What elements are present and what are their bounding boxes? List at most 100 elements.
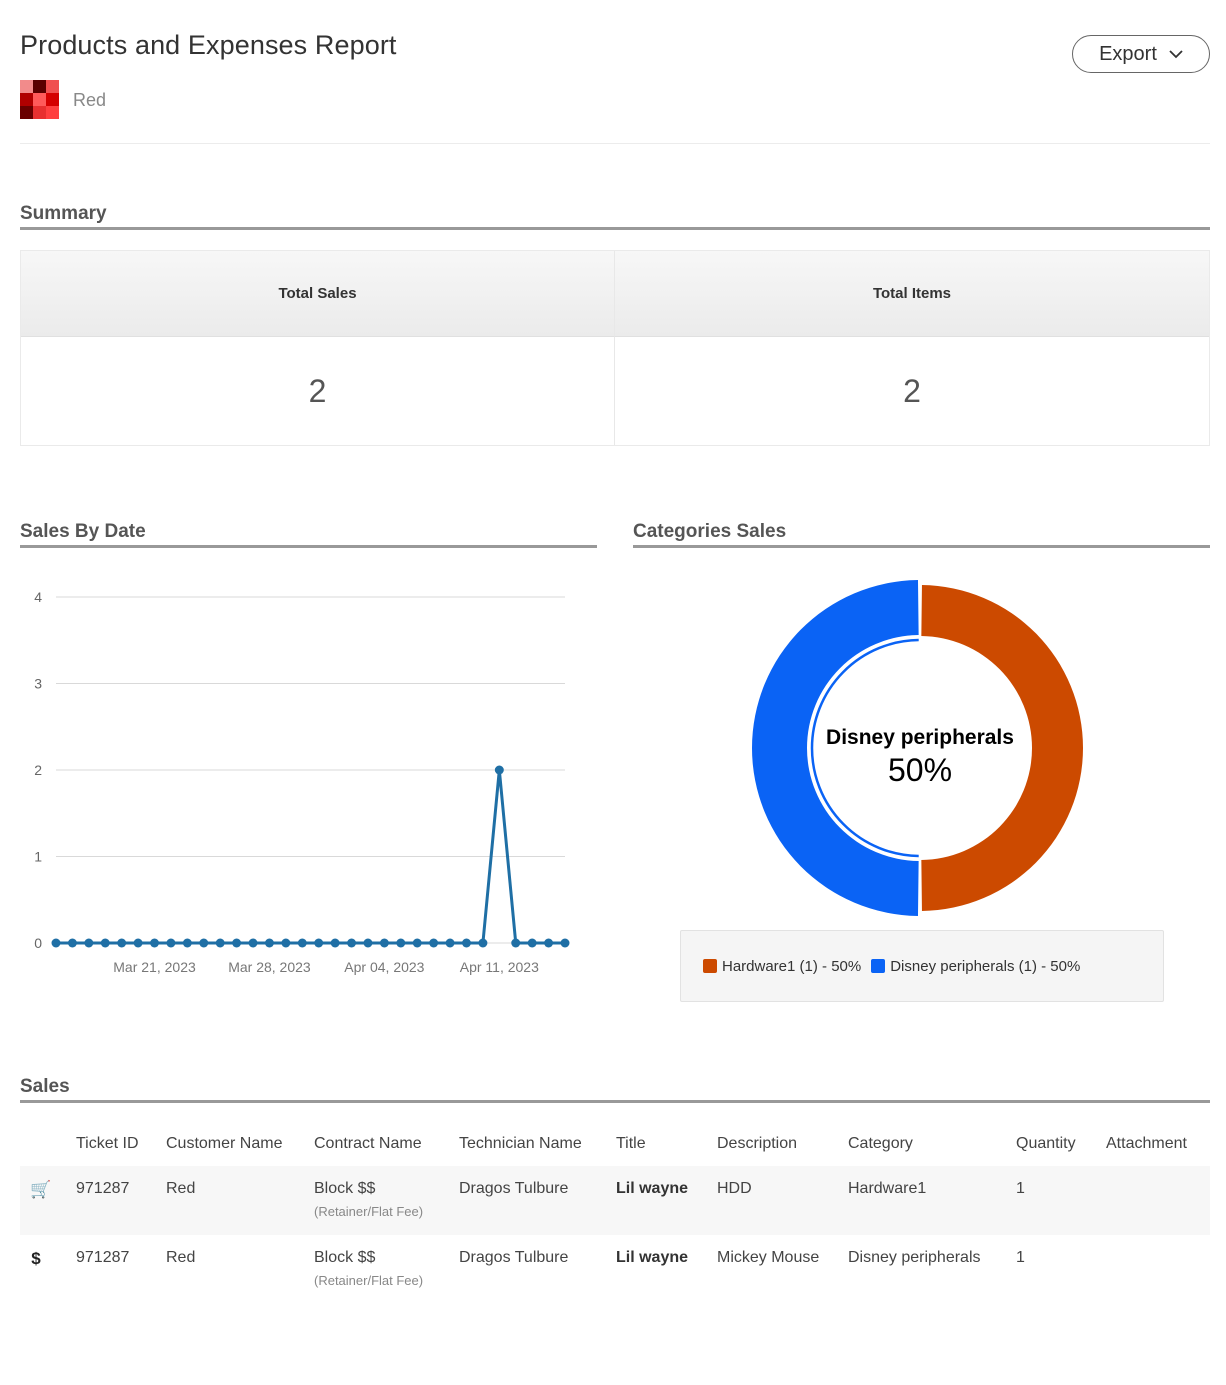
total-sales-header: Total Sales <box>21 251 615 337</box>
column-header[interactable]: Customer Name <box>166 1122 314 1166</box>
column-header[interactable]: Quantity <box>1016 1122 1106 1166</box>
donut-center-value: 50% <box>888 752 952 788</box>
data-point <box>461 938 471 948</box>
quantity-cell: 1 <box>1016 1166 1106 1235</box>
report-header: Products and Expenses Report Red Export <box>20 0 1210 144</box>
data-point <box>330 938 340 948</box>
attachment-cell <box>1106 1166 1210 1235</box>
data-point <box>494 765 504 775</box>
y-tick-label: 4 <box>34 589 42 605</box>
contract-cell: Block $$ (Retainer/Flat Fee) <box>314 1235 459 1304</box>
categories-donut-chart: Disney peripherals 50% <box>751 580 1083 916</box>
contract-type: (Retainer/Flat Fee) <box>314 1204 424 1219</box>
title-cell: Lil wayne <box>616 1166 717 1235</box>
x-tick-label: Apr 04, 2023 <box>344 959 424 975</box>
quantity-cell: 1 <box>1016 1249 1025 1266</box>
legend-item-hardware1[interactable]: Hardware1 (1) - 50% <box>703 958 861 975</box>
contract-name: Block $$ <box>314 1180 376 1197</box>
data-point <box>67 938 77 948</box>
client-avatar <box>20 80 59 119</box>
column-header[interactable]: Technician Name <box>459 1122 616 1166</box>
donut-center-label: Disney peripherals <box>826 726 1014 749</box>
data-point <box>215 938 225 948</box>
sales-by-date-chart: 0 1 2 3 4 Mar 21, 2023 Mar 28, 2023 Apr 04, 202… <box>34 589 570 975</box>
y-tick-label: 1 <box>34 849 42 865</box>
legend-swatch <box>871 959 886 973</box>
dollar-icon: $ <box>31 1249 41 1268</box>
contract-name: Block $$ <box>314 1249 376 1266</box>
summary-section-title: Summary <box>20 203 1210 230</box>
data-point <box>511 938 521 948</box>
y-tick-label: 3 <box>34 676 42 692</box>
column-header[interactable]: Contract Name <box>314 1122 459 1166</box>
x-tick-label: Mar 21, 2023 <box>113 959 196 975</box>
data-point <box>445 938 455 948</box>
technician-cell: Dragos Tulbure <box>459 1166 616 1235</box>
cart-icon: 🛒 <box>30 1180 52 1199</box>
column-header[interactable]: Ticket ID <box>76 1122 166 1166</box>
sales-table: Ticket ID Customer Name Contract Name Te… <box>20 1122 1210 1304</box>
data-point <box>478 938 488 948</box>
data-point <box>412 938 422 948</box>
data-point <box>51 938 61 948</box>
table-row[interactable]: 🛒 971287 Red Block $$ (Retainer/Flat Fee)… <box>20 1166 1210 1235</box>
total-items-header: Total Items <box>615 251 1209 337</box>
y-tick-label: 2 <box>34 762 42 778</box>
column-header[interactable]: Attachment <box>1106 1122 1210 1166</box>
export-button-label: Export <box>1099 42 1157 65</box>
category-cell: Disney peripherals <box>848 1249 981 1266</box>
customer-cell: Red <box>166 1166 314 1235</box>
data-point <box>560 938 570 948</box>
table-header-row: Ticket ID Customer Name Contract Name Te… <box>20 1122 1210 1166</box>
data-point <box>232 938 242 948</box>
categories-sales-title: Categories Sales <box>633 521 1210 548</box>
x-tick-label: Apr 11, 2023 <box>460 959 539 975</box>
total-items-value: 2 <box>903 372 921 409</box>
client-name: Red <box>73 90 107 110</box>
column-header-icon <box>20 1122 76 1166</box>
description-cell: Mickey Mouse <box>717 1249 820 1266</box>
data-point <box>100 938 110 948</box>
legend-swatch <box>703 959 717 973</box>
x-tick-label: Mar 28, 2023 <box>228 959 311 975</box>
data-point <box>84 938 94 948</box>
data-point <box>396 938 406 948</box>
category-cell: Hardware1 <box>848 1166 1016 1235</box>
ticket-id-cell[interactable]: 971287 <box>76 1166 166 1235</box>
data-point <box>264 938 274 948</box>
legend-label: Disney peripherals (1) - 50% <box>890 957 1081 975</box>
chevron-down-icon <box>1169 50 1183 59</box>
data-point <box>363 938 373 948</box>
data-point <box>166 938 176 948</box>
attachment-cell <box>1106 1235 1210 1304</box>
column-header[interactable]: Category <box>848 1122 1016 1166</box>
data-point <box>281 938 291 948</box>
y-tick-label: 0 <box>34 935 42 951</box>
data-point <box>248 938 258 948</box>
categories-legend: Hardware1 (1) - 50% Disney peripherals (… <box>680 930 1164 1002</box>
ticket-id-cell[interactable]: 971287 <box>76 1235 166 1304</box>
data-point <box>297 938 307 948</box>
contract-type: (Retainer/Flat Fee) <box>314 1273 424 1288</box>
data-point <box>182 938 192 948</box>
technician-cell: Dragos Tulbure <box>459 1249 569 1266</box>
contract-cell: Block $$ (Retainer/Flat Fee) <box>314 1166 459 1235</box>
table-row[interactable]: $ 971287 Red Block $$ (Retainer/Flat Fee)… <box>20 1235 1210 1304</box>
data-point <box>150 938 160 948</box>
data-point <box>117 938 127 948</box>
data-point <box>429 938 439 948</box>
summary-table: Total Sales Total Items 2 2 <box>20 250 1210 446</box>
data-point <box>314 938 324 948</box>
column-header[interactable]: Description <box>717 1122 848 1166</box>
description-cell: HDD <box>717 1166 848 1235</box>
data-point <box>347 938 357 948</box>
total-sales-value: 2 <box>21 337 615 445</box>
page-title: Products and Expenses Report <box>20 30 397 60</box>
legend-item-disney-peripherals[interactable]: Disney peripherals (1) - 50% <box>871 958 1080 975</box>
column-header[interactable]: Title <box>616 1122 717 1166</box>
customer-cell: Red <box>166 1249 196 1266</box>
data-point <box>527 938 537 948</box>
export-button[interactable]: Export <box>1072 35 1210 73</box>
data-point <box>379 938 389 948</box>
sales-by-date-title: Sales By Date <box>20 521 597 548</box>
